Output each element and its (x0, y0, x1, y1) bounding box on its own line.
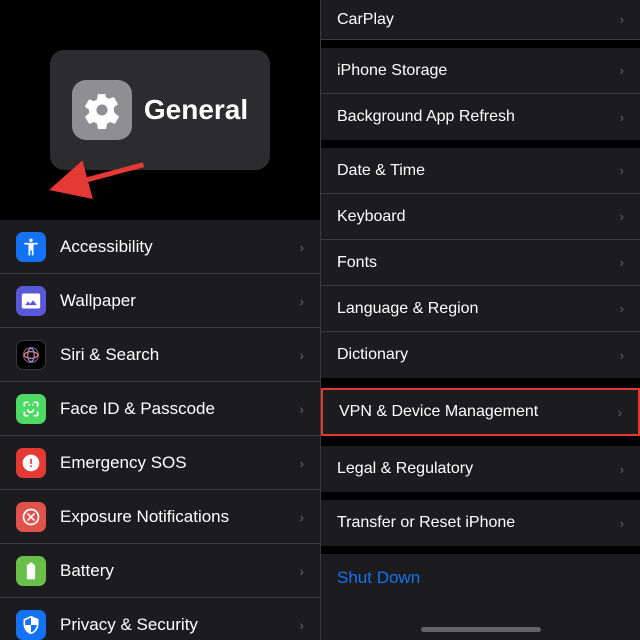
general-label: General (144, 94, 248, 126)
exposure-chevron: › (299, 509, 304, 525)
sidebar-item-emergency-sos[interactable]: Emergency SOS › (0, 436, 320, 490)
siri-icon (16, 340, 46, 370)
legal-label: Legal & Regulatory (337, 460, 620, 478)
sidebar-item-siri[interactable]: Siri & Search › (0, 328, 320, 382)
language-region-chevron: › (620, 301, 624, 316)
battery-label: Battery (60, 561, 299, 581)
sidebar-item-faceid[interactable]: Face ID & Passcode › (0, 382, 320, 436)
keyboard-chevron: › (620, 209, 624, 224)
spacer-1 (321, 40, 640, 48)
fonts-row[interactable]: Fonts › (321, 240, 640, 286)
fonts-label: Fonts (337, 254, 620, 272)
dictionary-label: Dictionary (337, 346, 620, 364)
sos-label: Emergency SOS (60, 453, 299, 473)
exposure-icon (16, 502, 46, 532)
accessibility-chevron: › (299, 239, 304, 255)
wallpaper-chevron: › (299, 293, 304, 309)
vpn-label: VPN & Device Management (339, 403, 618, 421)
dictionary-chevron: › (620, 348, 624, 363)
left-panel: General Accessibility › Wallpaper › (0, 0, 320, 640)
faceid-label: Face ID & Passcode (60, 399, 299, 419)
transfer-reset-label: Transfer or Reset iPhone (337, 514, 620, 532)
carplay-label: CarPlay (337, 11, 620, 29)
iphone-storage-label: iPhone Storage (337, 62, 620, 80)
privacy-icon (16, 610, 46, 640)
transfer-reset-row[interactable]: Transfer or Reset iPhone › (321, 500, 640, 546)
sos-chevron: › (299, 455, 304, 471)
sos-icon (16, 448, 46, 478)
spacer-2 (321, 438, 640, 446)
iphone-storage-chevron: › (620, 63, 624, 78)
group-legal: Legal & Regulatory › (321, 446, 640, 500)
accessibility-label: Accessibility (60, 237, 299, 257)
group-transfer: Transfer or Reset iPhone › (321, 500, 640, 554)
gear-icon (83, 91, 121, 129)
wallpaper-label: Wallpaper (60, 291, 299, 311)
sidebar-item-battery[interactable]: Battery › (0, 544, 320, 598)
settings-list: Accessibility › Wallpaper › Siri & Searc… (0, 220, 320, 640)
legal-row[interactable]: Legal & Regulatory › (321, 446, 640, 492)
privacy-chevron: › (299, 617, 304, 633)
group-localization: Date & Time › Keyboard › Fonts › Languag… (321, 148, 640, 386)
legal-chevron: › (620, 462, 624, 477)
background-refresh-chevron: › (620, 110, 624, 125)
sidebar-item-exposure[interactable]: Exposure Notifications › (0, 490, 320, 544)
keyboard-row[interactable]: Keyboard › (321, 194, 640, 240)
privacy-label: Privacy & Security (60, 615, 299, 635)
accessibility-icon (16, 232, 46, 262)
background-refresh-label: Background App Refresh (337, 108, 620, 126)
background-refresh-row[interactable]: Background App Refresh › (321, 94, 640, 140)
sidebar-item-wallpaper[interactable]: Wallpaper › (0, 274, 320, 328)
language-region-label: Language & Region (337, 300, 620, 318)
transfer-reset-chevron: › (620, 516, 624, 531)
carplay-row[interactable]: CarPlay › (321, 0, 640, 40)
vpn-row[interactable]: VPN & Device Management › (321, 388, 640, 436)
sidebar-item-privacy[interactable]: Privacy & Security › (0, 598, 320, 640)
battery-chevron: › (299, 563, 304, 579)
home-indicator (421, 627, 541, 632)
battery-icon (16, 556, 46, 586)
faceid-icon (16, 394, 46, 424)
fonts-chevron: › (620, 255, 624, 270)
exposure-label: Exposure Notifications (60, 507, 299, 527)
date-time-row[interactable]: Date & Time › (321, 148, 640, 194)
shutdown-label: Shut Down (337, 568, 420, 588)
date-time-chevron: › (620, 163, 624, 178)
sidebar-item-accessibility[interactable]: Accessibility › (0, 220, 320, 274)
shutdown-row[interactable]: Shut Down (321, 554, 640, 602)
iphone-storage-row[interactable]: iPhone Storage › (321, 48, 640, 94)
language-region-row[interactable]: Language & Region › (321, 286, 640, 332)
vpn-chevron: › (618, 405, 622, 420)
siri-chevron: › (299, 347, 304, 363)
wallpaper-icon (16, 286, 46, 316)
general-bubble: General (0, 0, 320, 220)
faceid-chevron: › (299, 401, 304, 417)
carplay-chevron: › (620, 12, 624, 27)
right-panel: CarPlay › iPhone Storage › Background Ap… (321, 0, 640, 640)
siri-label: Siri & Search (60, 345, 299, 365)
dictionary-row[interactable]: Dictionary › (321, 332, 640, 378)
date-time-label: Date & Time (337, 162, 620, 180)
group-storage: iPhone Storage › Background App Refresh … (321, 48, 640, 148)
keyboard-label: Keyboard (337, 208, 620, 226)
